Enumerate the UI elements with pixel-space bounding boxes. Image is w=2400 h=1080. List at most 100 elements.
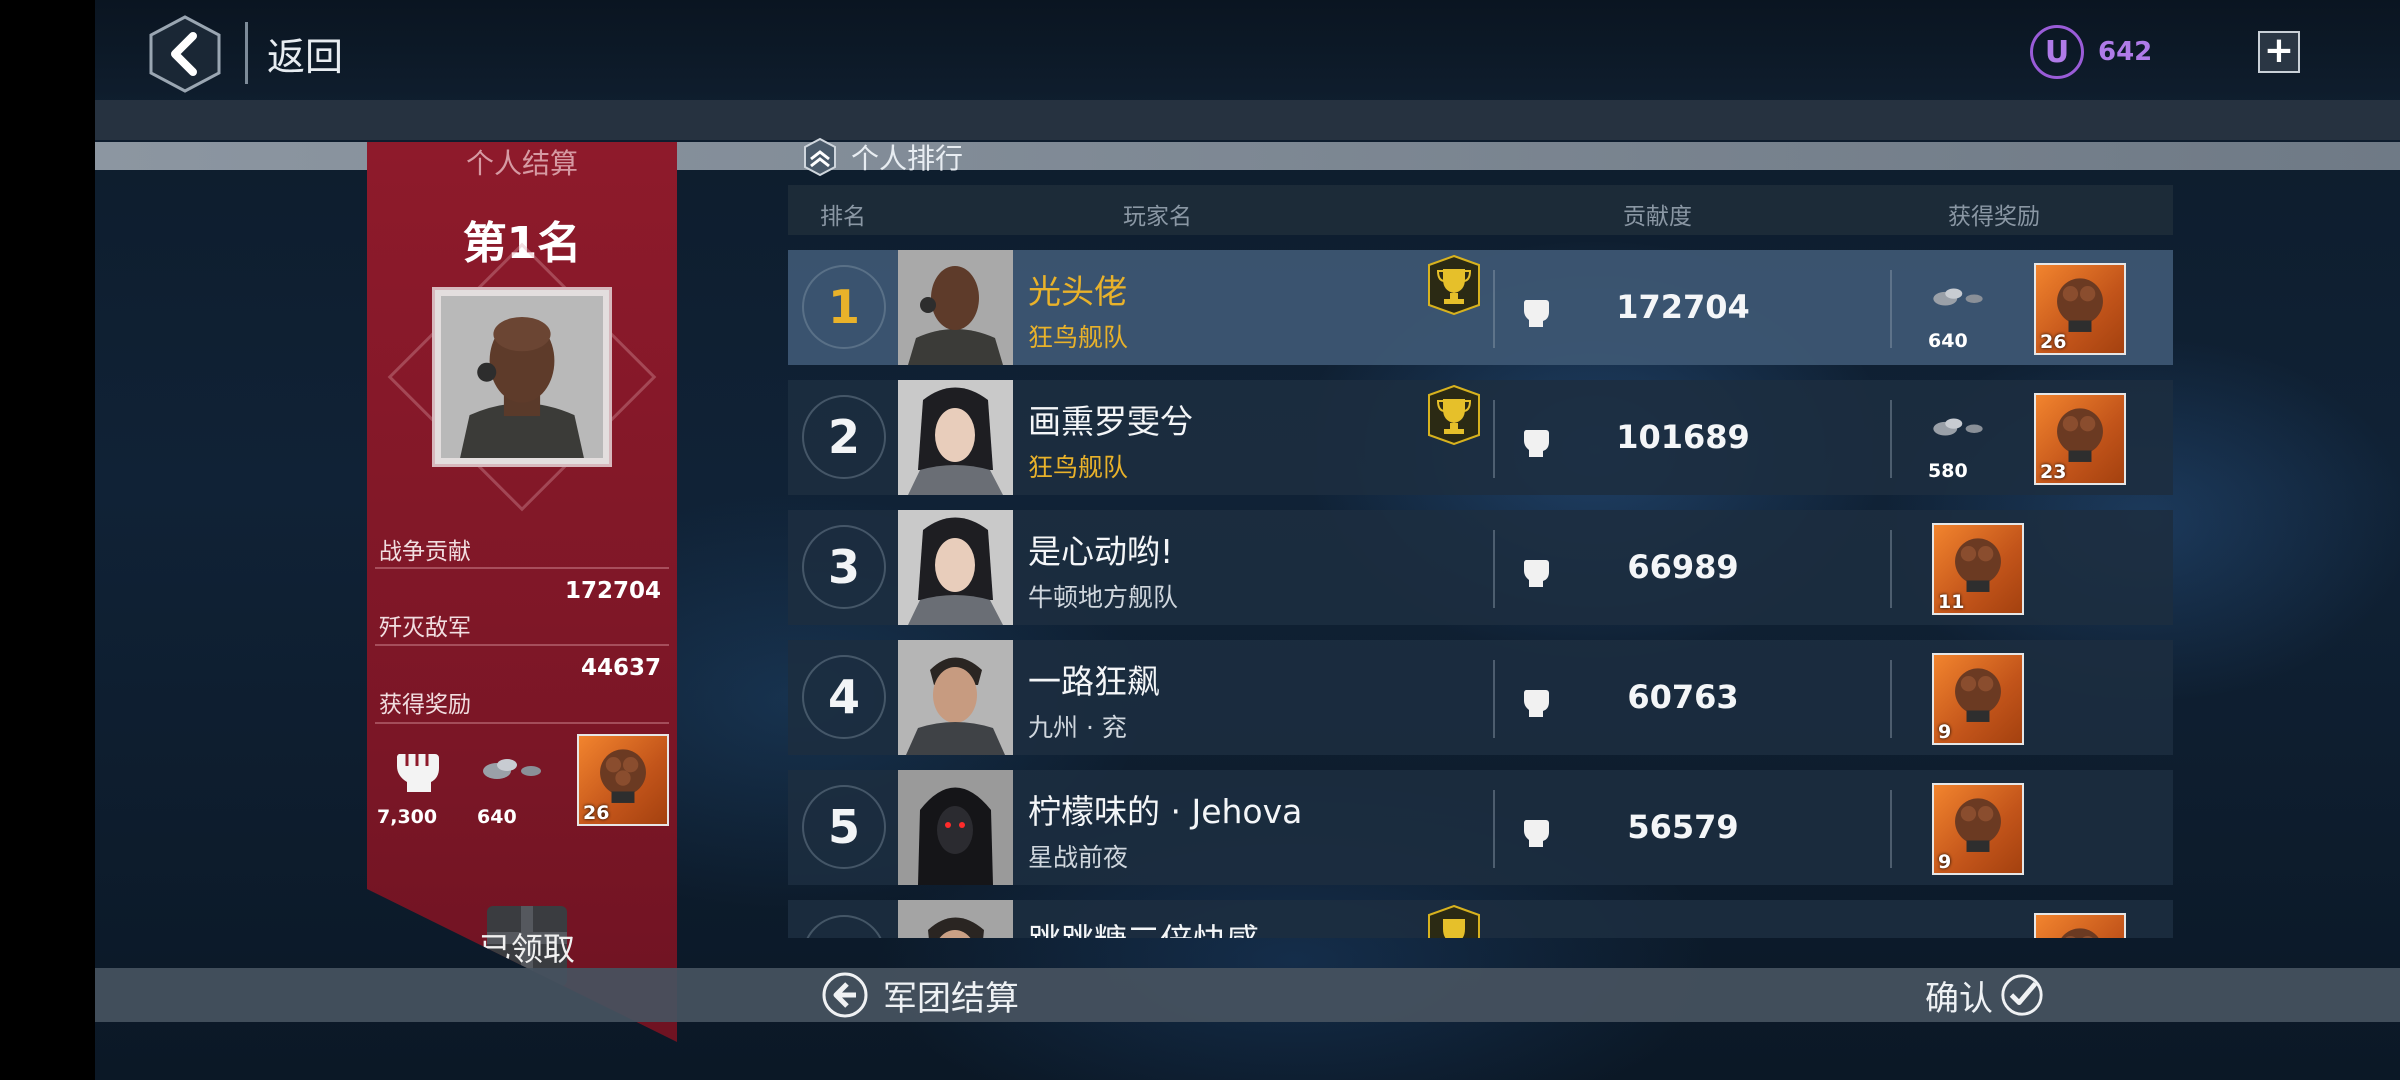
column-header-player: 玩家名 — [1123, 204, 1192, 230]
player-team: 狂鸟舰队 — [1028, 453, 1129, 482]
column-header-contribution: 贡献度 — [1623, 204, 1692, 230]
rewards-label: 获得奖励 — [379, 692, 471, 718]
ranking-row[interactable]: 4 一路狂飙 九州 · 兖 60763 9 — [788, 640, 2173, 755]
crate-count: 26 — [583, 802, 610, 824]
contribution-value: 60763 — [1627, 678, 1739, 716]
fist-icon — [396, 754, 439, 792]
crate-art-icon — [2061, 928, 2099, 938]
trophy-icon — [1428, 385, 1480, 445]
back-label[interactable]: 返回 — [267, 26, 343, 81]
female-pilot-avatar-icon — [898, 380, 1013, 495]
trophy-icon — [1428, 255, 1480, 315]
contribution-value: 101689 — [1616, 418, 1750, 456]
bald-soldier-avatar-icon — [898, 250, 1013, 365]
crate-count: 26 — [2040, 331, 2067, 353]
player-name: 跳跳糖三倍快感 — [1028, 914, 1259, 938]
crate-count: 11 — [1938, 591, 1965, 613]
player-name: 光头佬 — [1028, 272, 1127, 311]
reward-item: 26 — [577, 734, 671, 828]
parts-count: 640 — [1928, 330, 1968, 352]
reward-value: 7,300 — [377, 806, 438, 828]
u-coin-icon: U — [2030, 25, 2084, 79]
player-avatar — [898, 900, 1013, 938]
divider — [375, 722, 669, 724]
ranking-row[interactable]: 3 是心动哟! 牛顿地方舰队 66989 11 — [788, 510, 2173, 625]
legion-settlement-button[interactable]: 军团结算 — [821, 970, 1019, 1020]
divider — [1890, 270, 1892, 348]
crate-icon: 9 — [1932, 783, 2024, 875]
male-avatar-icon — [898, 900, 1013, 938]
bald-soldier-portrait-icon — [441, 296, 603, 458]
war-contribution-value: 172704 — [564, 578, 661, 604]
top-bar: 返回 U 642 + — [95, 0, 2400, 100]
war-contribution-label: 战争贡献 — [379, 539, 471, 565]
ranking-table-header: 排名 玩家名 贡献度 获得奖励 — [788, 185, 2173, 235]
trophy-icon — [1428, 905, 1480, 938]
contribution-value: 66989 — [1627, 548, 1739, 586]
currency-display: U 642 — [2030, 24, 2152, 80]
back-arrow-icon — [149, 15, 221, 93]
ranking-list[interactable]: 1 光头佬 狂鸟舰队 172704 640 26 2 画熏罗雯兮 狂鸟舰队 10… — [788, 250, 2173, 938]
bottom-bar — [95, 968, 2400, 1022]
divider — [375, 644, 669, 646]
confirm-button[interactable]: 确认 — [1925, 970, 2045, 1020]
header-band — [95, 100, 2400, 140]
contribution-value: 56579 — [1627, 808, 1739, 846]
ship-parts-icon — [1933, 288, 1983, 306]
ship-parts-reward: 640 — [1928, 270, 1988, 352]
divider — [1493, 530, 1495, 608]
legion-settlement-label: 军团结算 — [883, 978, 1019, 1019]
panel-title: 个人结算 — [465, 147, 578, 180]
divider — [1493, 790, 1495, 868]
ranking-row[interactable]: 2 画熏罗雯兮 狂鸟舰队 101689 580 23 — [788, 380, 2173, 495]
player-team: 牛顿地方舰队 — [1028, 583, 1179, 612]
rank-number: 2 — [802, 395, 886, 479]
player-name: 一路狂飙 — [1028, 662, 1160, 701]
crate-count: 23 — [2040, 461, 2067, 483]
confirm-label: 确认 — [1925, 978, 1993, 1019]
divider — [1890, 660, 1892, 738]
rank-number: 4 — [802, 655, 886, 739]
ranking-row[interactable]: 5 柠檬味的 · Jehova 星战前夜 56579 9 — [788, 770, 2173, 885]
add-currency-button[interactable]: + — [2258, 31, 2300, 73]
crate-icon: 9 — [1932, 653, 2024, 745]
parts-count: 580 — [1928, 460, 1968, 482]
ship-parts-icon — [1933, 418, 1983, 436]
crate-icon: 11 — [1932, 523, 2024, 615]
check-circle-icon — [2001, 974, 2043, 1016]
column-header-rewards: 获得奖励 — [1948, 204, 2040, 230]
player-portrait — [432, 287, 612, 467]
back-button[interactable] — [147, 14, 223, 94]
ranking-row[interactable]: 1 光头佬 狂鸟舰队 172704 640 26 — [788, 250, 2173, 365]
claimed-label: 已领取 — [478, 930, 575, 968]
ranking-title: 个人排行 — [803, 137, 963, 177]
avatar — [441, 296, 603, 458]
divider — [1493, 270, 1495, 348]
divider — [1890, 530, 1892, 608]
column-header-rank: 排名 — [820, 204, 866, 230]
rank-badge-icon — [804, 137, 836, 177]
reward-value: 640 — [477, 806, 517, 828]
crate-count: 9 — [1938, 721, 1952, 743]
ranking-title-label: 个人排行 — [851, 142, 964, 175]
currency-amount: 642 — [2098, 37, 2153, 67]
reward-item: 640 — [477, 734, 547, 828]
crate-icon — [2034, 913, 2126, 938]
rank-number: 3 — [802, 525, 886, 609]
crate-icon: 26 — [577, 734, 669, 826]
game-screen: 返回 U 642 + 个人结算 第1名 战争贡献 172704 歼灭敌军 446… — [95, 0, 2400, 1080]
divider — [1493, 660, 1495, 738]
rank-number: 6 — [802, 915, 886, 938]
ship-parts-reward: 580 — [1928, 400, 1988, 482]
hooded-figure-avatar-icon — [898, 770, 1013, 885]
ranking-row[interactable]: 6 跳跳糖三倍快感 — [788, 900, 2173, 938]
divider — [1890, 790, 1892, 868]
crate-icon: 23 — [2034, 393, 2126, 485]
divider — [1493, 400, 1495, 478]
player-name: 是心动哟! — [1028, 532, 1174, 571]
back-separator — [245, 22, 248, 84]
divider — [1890, 400, 1892, 478]
male-soldier-avatar-icon — [898, 640, 1013, 755]
player-team: 九州 · 兖 — [1028, 713, 1127, 742]
rank-number: 5 — [802, 785, 886, 869]
